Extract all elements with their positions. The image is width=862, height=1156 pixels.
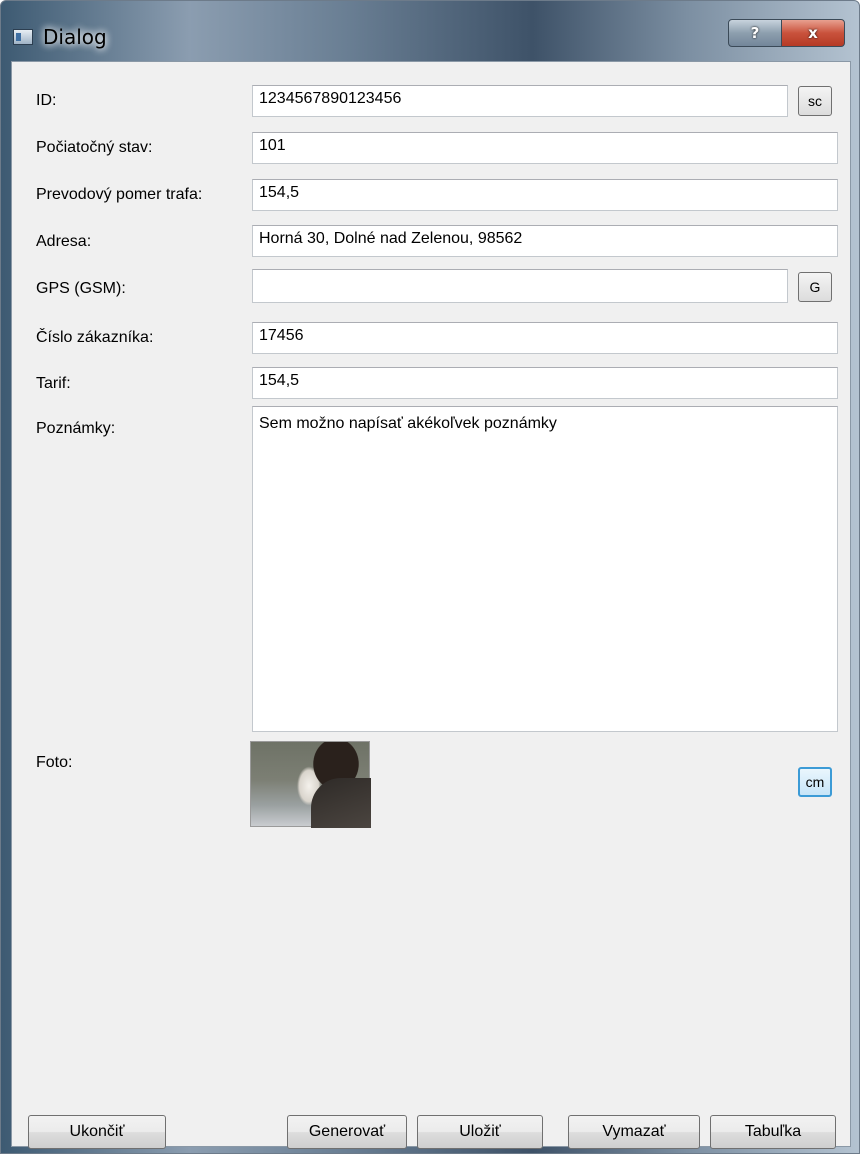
delete-button[interactable]: Vymazať — [568, 1115, 700, 1149]
dialog-window: Dialog ? x ID: 1234567890123456 sc Počia… — [0, 0, 860, 1154]
start-state-field[interactable]: 101 — [252, 132, 838, 164]
dialog-body: ID: 1234567890123456 sc Počiatočný stav:… — [11, 61, 851, 1149]
address-field[interactable]: Horná 30, Dolné nad Zelenou, 98562 — [252, 225, 838, 257]
generate-button[interactable]: Generovať — [287, 1115, 407, 1149]
title-bar[interactable]: Dialog ? x — [1, 1, 859, 59]
save-button[interactable]: Uložiť — [417, 1115, 543, 1149]
photo-thumbnail[interactable] — [250, 741, 371, 828]
quit-button[interactable]: Ukončiť — [28, 1115, 166, 1149]
photo-label: Foto: — [36, 754, 73, 771]
tariff-field[interactable]: 154,5 — [252, 367, 838, 399]
window-title: Dialog — [43, 25, 107, 49]
customer-number-field[interactable]: 17456 — [252, 322, 838, 354]
sc-button[interactable]: sc — [798, 86, 832, 116]
id-label: ID: — [36, 92, 57, 109]
close-button[interactable]: x — [781, 19, 845, 47]
tariff-label: Tarif: — [36, 375, 71, 392]
app-icon — [13, 29, 33, 45]
help-button[interactable]: ? — [728, 19, 782, 47]
id-field[interactable]: 1234567890123456 — [252, 85, 788, 117]
gps-field[interactable] — [252, 269, 788, 303]
transformer-ratio-label: Prevodový pomer trafa: — [36, 186, 203, 203]
gps-label: GPS (GSM): — [36, 280, 126, 297]
customer-number-label: Číslo zákazníka: — [36, 329, 154, 346]
gps-button[interactable]: G — [798, 272, 832, 302]
table-button[interactable]: Tabuľka — [710, 1115, 836, 1149]
transformer-ratio-field[interactable]: 154,5 — [252, 179, 838, 211]
camera-button[interactable]: cm — [798, 767, 832, 797]
address-label: Adresa: — [36, 233, 92, 250]
notes-label: Poznámky: — [36, 420, 116, 437]
notes-textarea[interactable]: Sem možno napísať akékoľvek poznámky — [252, 406, 838, 732]
start-state-label: Počiatočný stav: — [36, 139, 153, 156]
